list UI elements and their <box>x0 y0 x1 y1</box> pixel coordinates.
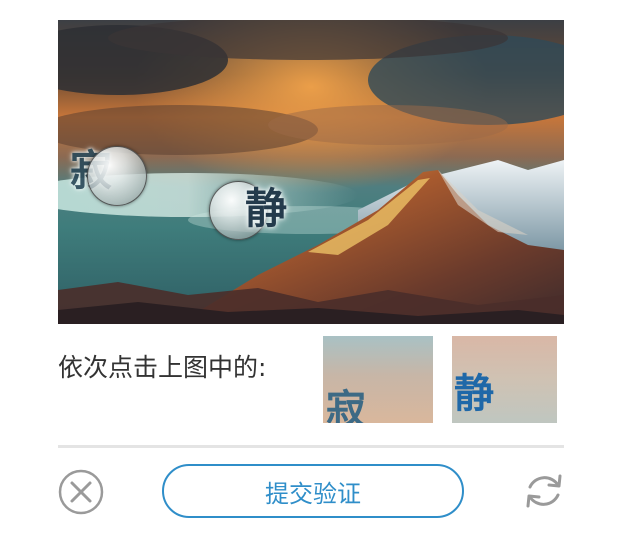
close-button[interactable] <box>58 469 104 515</box>
refresh-button[interactable] <box>521 468 567 514</box>
submit-verification-button[interactable]: 提交验证 <box>162 464 464 518</box>
hint-tile-1: 寂 <box>323 336 433 423</box>
captcha-card: 寂 静 依次点击上图中的: 寂 静 提交验证 <box>0 0 624 534</box>
refresh-icon <box>526 474 562 508</box>
divider <box>58 445 564 448</box>
close-circle-icon <box>58 469 104 515</box>
hint-tile-2: 静 <box>452 336 557 423</box>
click-marker-1 <box>87 146 147 206</box>
hint-char-jing: 静 <box>454 370 494 417</box>
hint-char-ji: 寂 <box>326 386 366 424</box>
captcha-instruction: 依次点击上图中的: <box>58 353 267 382</box>
captcha-char-jing[interactable]: 静 <box>245 188 287 230</box>
